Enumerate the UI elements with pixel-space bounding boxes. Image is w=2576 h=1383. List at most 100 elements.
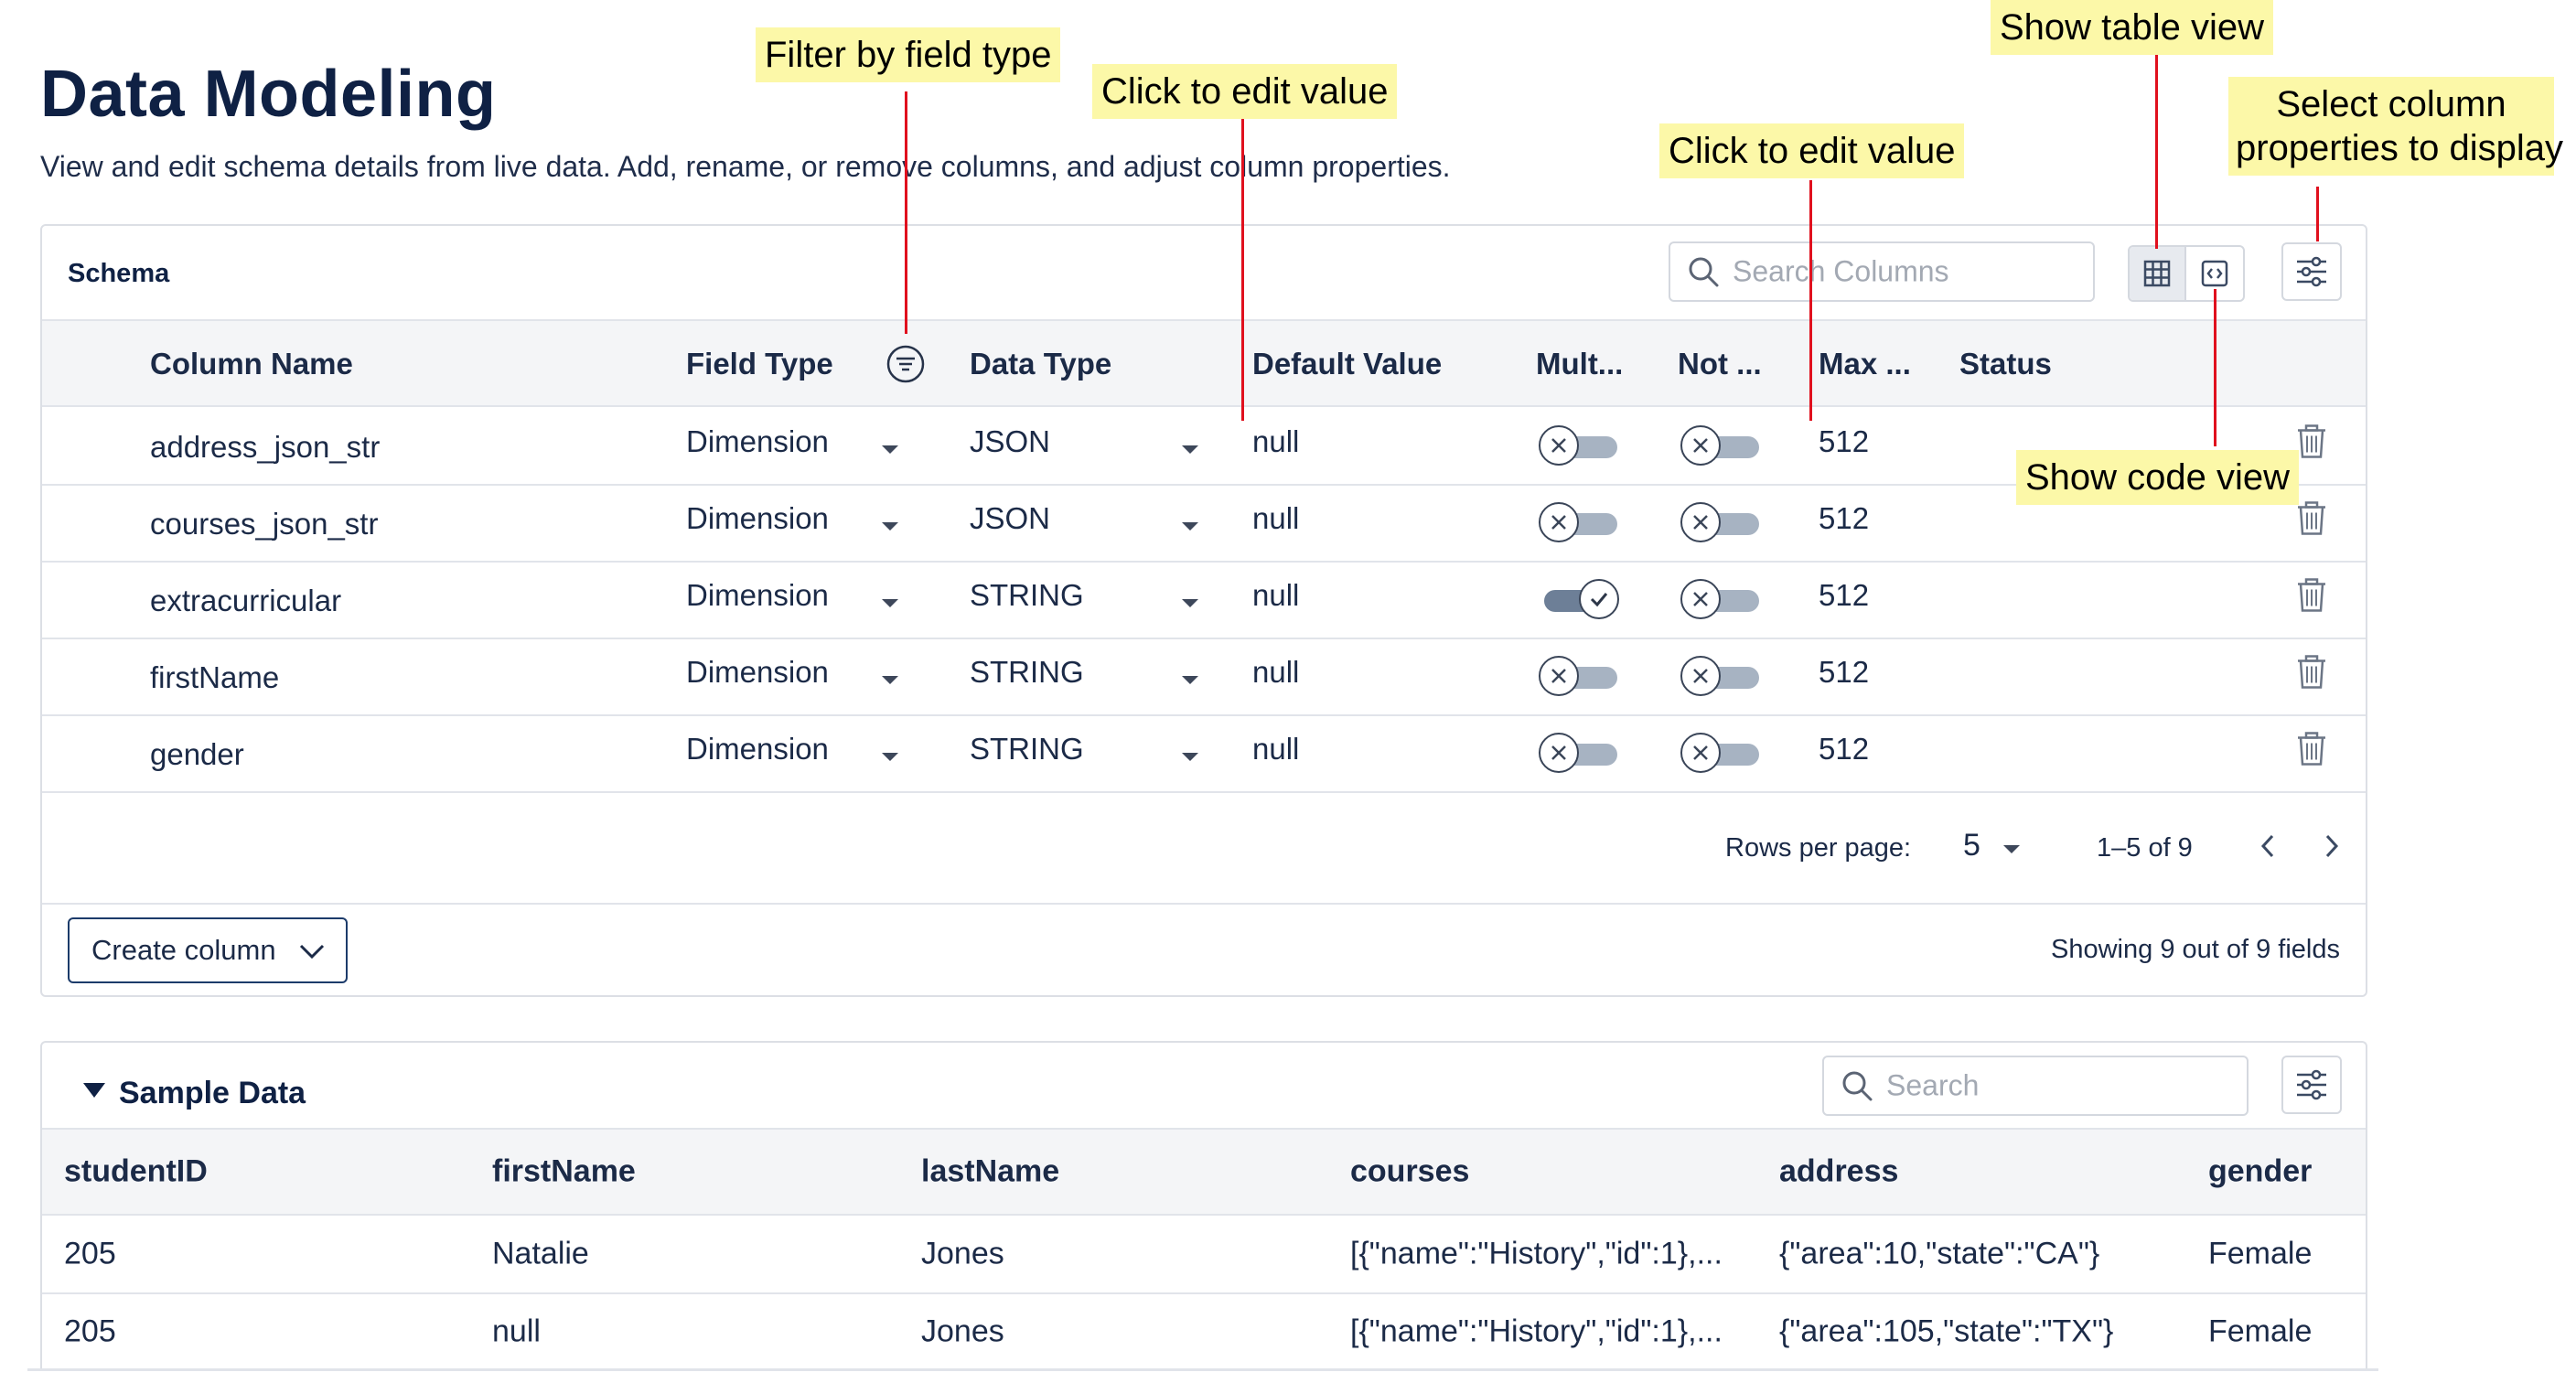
not-null-toggle[interactable] [1680, 656, 1759, 696]
col-header-max[interactable]: Max ... [1819, 347, 1911, 381]
col-header-default-value[interactable]: Default Value [1252, 347, 1442, 381]
field-type-select[interactable]: Dimension [677, 416, 915, 475]
max-length-cell[interactable]: 512 [1819, 501, 1869, 536]
sample-col-header[interactable]: gender [2208, 1154, 2312, 1190]
multi-value-toggle[interactable] [1539, 733, 1617, 773]
caret-down-icon [1182, 599, 1198, 607]
caret-down-icon [882, 599, 898, 607]
filter-icon[interactable] [886, 344, 926, 384]
field-type-select[interactable]: Dimension [677, 570, 915, 628]
schema-row: gender Dimension STRING null 512 [42, 714, 2366, 791]
data-type-value: STRING [970, 578, 1084, 612]
sample-data-title: Sample Data [119, 1076, 306, 1110]
data-type-value: JSON [970, 501, 1051, 535]
col-header-field-type[interactable]: Field Type [686, 347, 833, 381]
sample-cell: Female [2208, 1313, 2313, 1348]
max-length-cell[interactable]: 512 [1819, 578, 1869, 613]
trash-icon[interactable] [2296, 732, 2327, 771]
trash-icon[interactable] [2296, 578, 2327, 617]
schema-panel: Schema Search Columns Column Name Field … [40, 224, 2367, 997]
search-icon [1842, 1071, 1873, 1101]
trash-icon[interactable] [2296, 501, 2327, 541]
showing-fields-text: Showing 9 out of 9 fields [2051, 935, 2340, 964]
toggle-x-icon [1680, 733, 1721, 773]
not-null-toggle[interactable] [1680, 502, 1759, 542]
sample-data-panel: Sample Data Search studentID firstName las… [40, 1041, 2367, 1370]
sample-col-header[interactable]: studentID [64, 1154, 208, 1190]
sample-row: 205 null Jones [{"name":"History","id":1},.… [42, 1293, 2366, 1369]
multi-value-toggle[interactable] [1539, 502, 1617, 542]
default-value-cell[interactable]: null [1252, 732, 1299, 767]
column-name-cell[interactable]: address_json_str [150, 430, 380, 465]
sample-col-header[interactable]: lastName [921, 1154, 1059, 1190]
search-columns-input[interactable]: Search Columns [1669, 241, 2095, 302]
page-title: Data Modeling [40, 58, 497, 131]
sample-search-placeholder: Search [1886, 1068, 1980, 1102]
caret-down-icon [882, 753, 898, 761]
column-name-cell[interactable]: extracurricular [150, 584, 341, 618]
toggle-x-icon [1680, 425, 1721, 466]
data-type-select[interactable]: JSON [961, 416, 1235, 475]
create-column-button[interactable]: Create column [68, 917, 348, 983]
search-icon [1689, 257, 1719, 287]
chevron-left-icon[interactable] [2256, 831, 2280, 862]
toggle-x-icon [1680, 502, 1721, 542]
pagination-range: 1–5 of 9 [2097, 833, 2193, 863]
data-type-select[interactable]: STRING [961, 570, 1235, 628]
annotation-line-code-view [2214, 289, 2216, 446]
column-name-cell[interactable]: firstName [150, 660, 279, 695]
max-length-cell[interactable]: 512 [1819, 732, 1869, 767]
toggle-x-icon [1680, 656, 1721, 696]
not-null-toggle[interactable] [1680, 425, 1759, 466]
rows-per-page-select[interactable]: 5 [1954, 820, 2036, 875]
data-type-select[interactable]: JSON [961, 493, 1235, 552]
max-length-cell[interactable]: 512 [1819, 655, 1869, 690]
data-type-select[interactable]: STRING [961, 724, 1235, 782]
multi-value-toggle[interactable] [1539, 656, 1617, 696]
trash-icon[interactable] [2296, 655, 2327, 694]
col-header-status[interactable]: Status [1959, 347, 2052, 381]
schema-row: extracurricular Dimension STRING null 512 [42, 561, 2366, 638]
field-type-select[interactable]: Dimension [677, 493, 915, 552]
col-header-not-null[interactable]: Not ... [1678, 347, 1762, 381]
max-length-cell[interactable]: 512 [1819, 424, 1869, 459]
sample-col-header[interactable]: firstName [492, 1154, 636, 1190]
data-type-value: JSON [970, 424, 1051, 458]
col-header-column-name[interactable]: Column Name [150, 347, 353, 381]
default-value-cell[interactable]: null [1252, 655, 1299, 690]
search-columns-placeholder: Search Columns [1733, 254, 1949, 288]
caret-down-icon [2003, 845, 2020, 853]
default-value-cell[interactable]: null [1252, 501, 1299, 536]
multi-value-toggle[interactable] [1539, 579, 1619, 619]
schema-row: firstName Dimension STRING null 512 [42, 638, 2366, 714]
col-header-multi[interactable]: Mult... [1536, 347, 1623, 381]
field-type-value: Dimension [686, 732, 829, 766]
multi-value-toggle[interactable] [1539, 425, 1617, 466]
sample-search-input[interactable]: Search [1822, 1056, 2249, 1116]
toggle-x-icon [1680, 579, 1721, 619]
trash-icon[interactable] [2296, 424, 2327, 464]
data-type-select[interactable]: STRING [961, 647, 1235, 705]
field-type-select[interactable]: Dimension [677, 724, 915, 782]
column-name-cell[interactable]: courses_json_str [150, 507, 378, 541]
column-name-cell[interactable]: gender [150, 737, 244, 772]
page-subtitle: View and edit schema details from live d… [40, 150, 1451, 183]
create-column-label: Create column [91, 934, 276, 966]
annotation-line-column-properties [2316, 187, 2319, 241]
sample-cell: Female [2208, 1236, 2313, 1270]
default-value-cell[interactable]: null [1252, 424, 1299, 459]
table-view-button[interactable] [2130, 247, 2186, 300]
chevron-right-icon[interactable] [2320, 831, 2344, 862]
col-header-data-type[interactable]: Data Type [970, 347, 1111, 381]
sample-col-header[interactable]: courses [1350, 1154, 1469, 1190]
column-properties-button[interactable] [2281, 242, 2342, 301]
sample-col-header[interactable]: address [1779, 1154, 1898, 1190]
sample-column-properties-button[interactable] [2281, 1056, 2342, 1114]
not-null-toggle[interactable] [1680, 733, 1759, 773]
default-value-cell[interactable]: null [1252, 578, 1299, 613]
caret-down-icon [1182, 676, 1198, 684]
not-null-toggle[interactable] [1680, 579, 1759, 619]
field-type-select[interactable]: Dimension [677, 647, 915, 705]
field-type-value: Dimension [686, 501, 829, 535]
annotation-select-column-line2: properties to display [2236, 128, 2563, 168]
